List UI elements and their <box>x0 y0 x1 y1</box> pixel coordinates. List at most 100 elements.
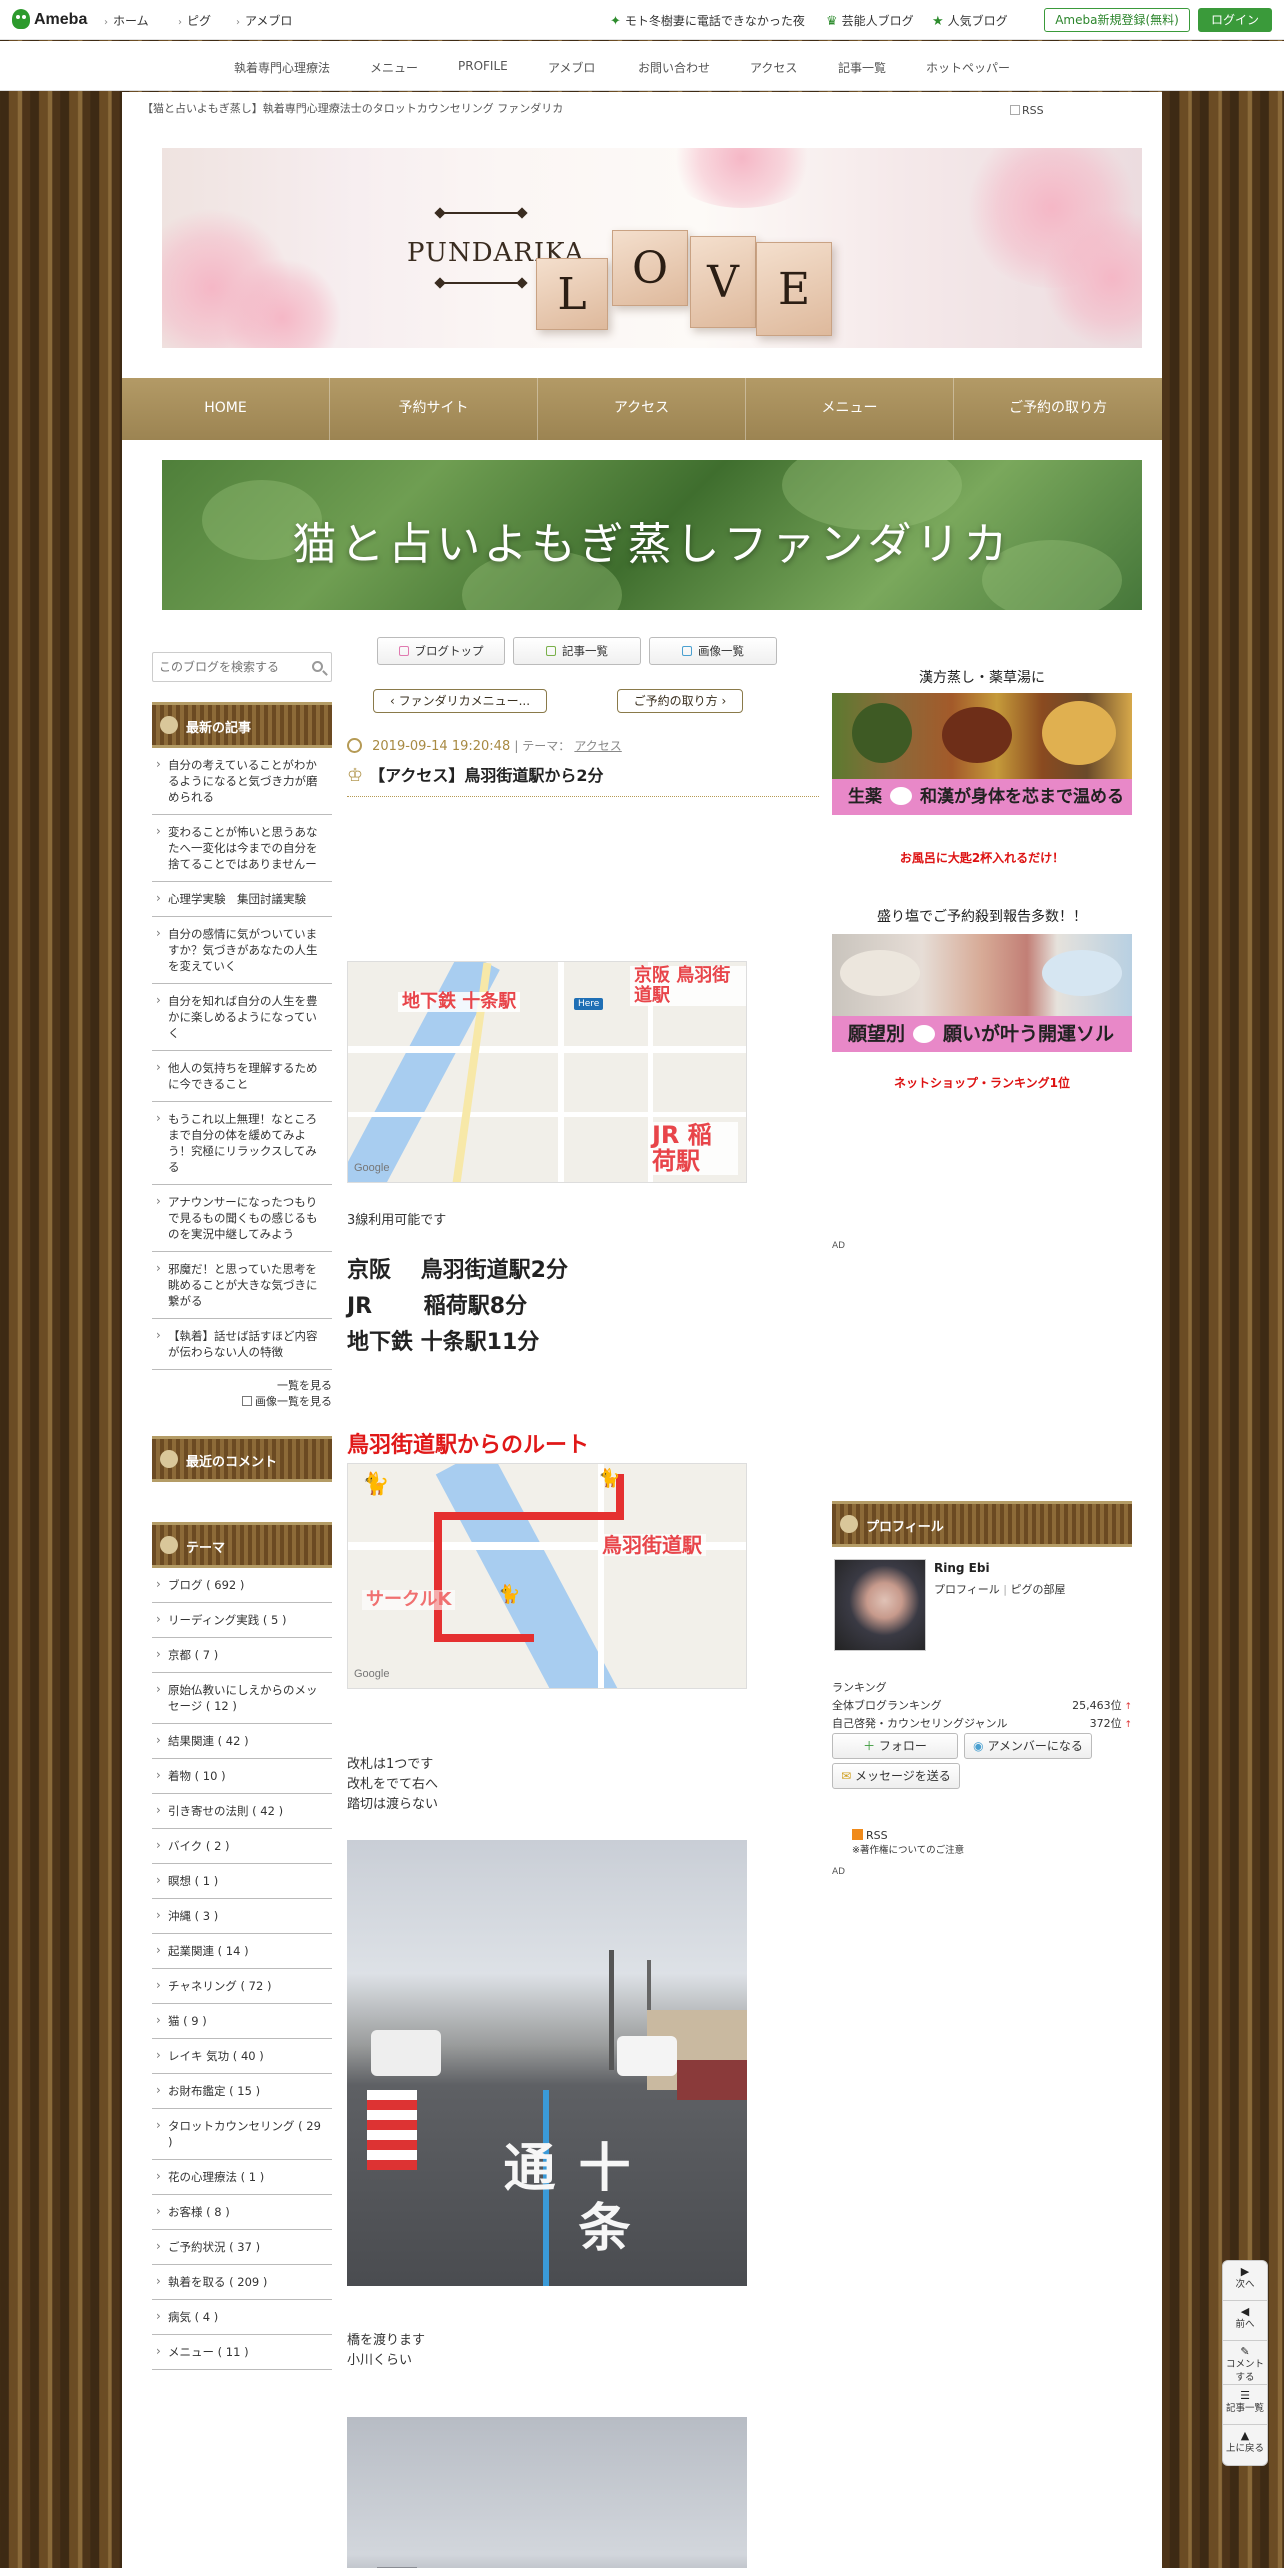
register-button[interactable]: Ameba新規登録(無料) <box>1044 8 1190 32</box>
theme-item[interactable]: ご予約状況 ( 37 ) <box>152 2230 332 2265</box>
topnav-popular-blogs[interactable]: ★ 人気ブログ <box>932 12 1008 29</box>
gnav-article-list[interactable]: 記事一覧 <box>838 59 886 76</box>
latest-article-item[interactable]: 邪魔だ！と思っていた思考を眺めることが大きな気づきに繋がる <box>152 1252 332 1319</box>
prev-article-button[interactable]: ‹ ファンダリカメニュー... <box>373 689 547 713</box>
image-list-icon <box>242 1396 252 1406</box>
gnav-profile[interactable]: PROFILE <box>458 59 508 73</box>
comment-icon: ✎ <box>1240 2345 1250 2358</box>
float-article-list-button[interactable]: ☰ 記事一覧 <box>1223 2385 1267 2425</box>
menu-menu[interactable]: メニュー <box>746 378 954 440</box>
latest-article-item[interactable]: 他人の気持ちを理解するために今できること <box>152 1051 332 1102</box>
copyright-notice-link[interactable]: ※著作権についてのご注意 <box>852 1845 964 1856</box>
latest-article-item[interactable]: 心理学実験 集団討議実験 <box>152 882 332 917</box>
next-article-label: ご予約の取り方 <box>633 694 718 708</box>
tab-article-list[interactable]: 記事一覧 <box>513 637 641 665</box>
theme-item[interactable]: 起業関連 ( 14 ) <box>152 1934 332 1969</box>
topnav-featured-article[interactable]: ✦ モト冬樹妻に電話できなかった夜 <box>610 12 805 29</box>
salt-note: ネットショップ・ランキング1位 <box>894 1076 1070 1090</box>
view-images-link[interactable]: 画像一覧を見る <box>255 1395 332 1408</box>
street-photo[interactable]: 十条通 <box>347 1840 747 2286</box>
menu-home[interactable]: HOME <box>122 378 330 440</box>
theme-item[interactable]: 病気 ( 4 ) <box>152 2300 332 2335</box>
profile-link[interactable]: プロフィール <box>934 1583 1000 1596</box>
login-button[interactable]: ログイン <box>1198 8 1272 32</box>
salt-ad-banner[interactable]: 願望別願いが叶う開運ソルト <box>832 934 1132 1052</box>
profile-name[interactable]: Ring Ebi <box>934 1561 990 1575</box>
avatar[interactable] <box>834 1559 926 1651</box>
blog-search-input[interactable] <box>159 654 299 680</box>
theme-item[interactable]: レイキ 気功 ( 40 ) <box>152 2039 332 2074</box>
blog-title[interactable]: 【猫と占いよもぎ蒸し】執着専門心理療法士のタロットカウンセリング ファンダリカ <box>142 100 563 116</box>
ameba-logo[interactable]: Ameba <box>10 8 90 32</box>
topnav-pigg[interactable]: › ピグ <box>178 12 211 29</box>
send-message-button[interactable]: ✉ メッセージを送る <box>832 1763 960 1789</box>
latest-article-item[interactable]: 【執着】話せば話すほど内容が伝わらない人の特徴 <box>152 1319 332 1370</box>
view-list-link[interactable]: 一覧を見る <box>277 1379 332 1392</box>
gnav-hotpepper[interactable]: ホットペッパー <box>926 59 1010 76</box>
follow-button[interactable]: ＋ フォロー <box>832 1733 958 1759</box>
tab-image-list[interactable]: 画像一覧 <box>649 637 777 665</box>
theme-item[interactable]: チャネリング ( 72 ) <box>152 1969 332 2004</box>
featured-article-label: モト冬樹妻に電話できなかった夜 <box>624 14 805 28</box>
theme-item[interactable]: リーディング実践 ( 5 ) <box>152 1603 332 1638</box>
become-member-button[interactable]: ◉ アメンバーになる <box>964 1733 1092 1759</box>
rss-link-top[interactable]: RSS <box>1010 104 1044 117</box>
latest-article-item[interactable]: 自分を知れば自分の人生を豊かに楽しめるようになっていく <box>152 984 332 1051</box>
rss-link[interactable]: RSS <box>852 1829 888 1842</box>
ranking-box: 全体ブログランキング 25,463位 ↑ 自己啓発・カウンセリングジャンル 37… <box>832 1697 1132 1733</box>
arrow-up-icon: ↑ <box>1121 1702 1132 1712</box>
theme-item[interactable]: 猫 ( 9 ) <box>152 2004 332 2039</box>
theme-item[interactable]: 結果関連 ( 42 ) <box>152 1724 332 1759</box>
article-title[interactable]: ♔ 【アクセス】鳥羽街道駅から2分 <box>347 761 819 797</box>
float-back-to-top-button[interactable]: ▲ 上に戻る <box>1223 2425 1267 2465</box>
gnav-therapy[interactable]: 執着専門心理療法 <box>234 59 330 76</box>
theme-item[interactable]: タロットカウンセリング ( 29 ) <box>152 2109 332 2160</box>
latest-article-item[interactable]: 自分の考えていることがわかるようになると気づき力が磨められる <box>152 748 332 815</box>
bridge-photo[interactable] <box>347 2417 747 2568</box>
gnav-menu[interactable]: メニュー <box>370 59 418 76</box>
kanpo-ad-banner[interactable]: 生薬 和漢が身体を芯まで温める <box>832 693 1132 815</box>
gnav-ameblo[interactable]: アメブロ <box>548 59 595 76</box>
float-next-button[interactable]: ▶ 次へ <box>1223 2261 1267 2301</box>
theme-item[interactable]: 花の心理療法 ( 1 ) <box>152 2160 332 2195</box>
gnav-access[interactable]: アクセス <box>750 59 797 76</box>
latest-article-item[interactable]: もうこれ以上無理！なところまで自分の体を緩めてみよう！究極にリラックスしてみる <box>152 1102 332 1185</box>
theme-item[interactable]: 引き寄せの法則 ( 42 ) <box>152 1794 332 1829</box>
menu-access[interactable]: アクセス <box>538 378 746 440</box>
theme-item[interactable]: 瞑想 ( 1 ) <box>152 1864 332 1899</box>
river-shape <box>435 1464 621 1688</box>
menu-how-to-book[interactable]: ご予約の取り方 <box>954 378 1162 440</box>
theme-item[interactable]: メニュー ( 11 ) <box>152 2335 332 2370</box>
route-map[interactable]: 鳥羽街道駅 サークルK 🐈 🐈 🐈 Google <box>347 1463 747 1689</box>
tab-blog-top[interactable]: ブログトップ <box>377 637 505 665</box>
gnav-contact[interactable]: お問い合わせ <box>638 59 710 76</box>
latest-article-item[interactable]: アナウンサーになったつもりで見るもの聞くもの感じるものを実況中継してみよう <box>152 1185 332 1252</box>
pigg-room-link[interactable]: ピグの部屋 <box>1010 1583 1065 1596</box>
yomogi-banner[interactable]: 猫と占いよもぎ蒸しファンダリカ <box>162 460 1142 610</box>
ranking-row[interactable]: 自己啓発・カウンセリングジャンル 372位 ↑ <box>832 1715 1132 1731</box>
search-icon[interactable] <box>312 661 323 672</box>
ranking-row[interactable]: 全体ブログランキング 25,463位 ↑ <box>832 1697 1132 1713</box>
topnav-ameblo[interactable]: › アメブロ <box>236 12 292 29</box>
latest-article-item[interactable]: 自分の感情に気がついていますか？気づきがあなたの人生を変えていく <box>152 917 332 984</box>
float-comment-button[interactable]: ✎ コメントする <box>1223 2341 1267 2385</box>
theme-item[interactable]: 原始仏教いにしえからのメッセージ ( 12 ) <box>152 1673 332 1724</box>
theme-item[interactable]: バイク ( 2 ) <box>152 1829 332 1864</box>
theme-item[interactable]: お客様 ( 8 ) <box>152 2195 332 2230</box>
topnav-home[interactable]: › ホーム <box>104 12 149 29</box>
theme-item[interactable]: ブログ ( 692 ) <box>152 1568 332 1603</box>
latest-article-item[interactable]: 変わることが怖いと思うあなたへ一変化は今までの自分を捨てることではありませんー <box>152 815 332 882</box>
theme-item[interactable]: 着物 ( 10 ) <box>152 1759 332 1794</box>
article-theme-link[interactable]: アクセス <box>574 739 621 753</box>
theme-item[interactable]: 執着を取る ( 209 ) <box>152 2265 332 2300</box>
topnav-celebrity-blogs[interactable]: ♛ 芸能人ブログ <box>826 12 914 29</box>
access-map[interactable]: 地下鉄 十条駅 京阪 鳥羽街道駅 JR 稲荷駅 Here Google <box>347 961 747 1183</box>
float-article-list-label: 記事一覧 <box>1225 2403 1264 2414</box>
theme-item[interactable]: 京都 ( 7 ) <box>152 1638 332 1673</box>
menu-booking-site[interactable]: 予約サイト <box>330 378 538 440</box>
float-prev-button[interactable]: ◀ 前へ <box>1223 2301 1267 2341</box>
next-article-button[interactable]: ご予約の取り方 › <box>617 689 743 713</box>
theme-item[interactable]: 沖縄 ( 3 ) <box>152 1899 332 1934</box>
header-banner[interactable]: PUNDARIKA L O V E <box>162 148 1142 348</box>
theme-item[interactable]: お財布鑑定 ( 15 ) <box>152 2074 332 2109</box>
